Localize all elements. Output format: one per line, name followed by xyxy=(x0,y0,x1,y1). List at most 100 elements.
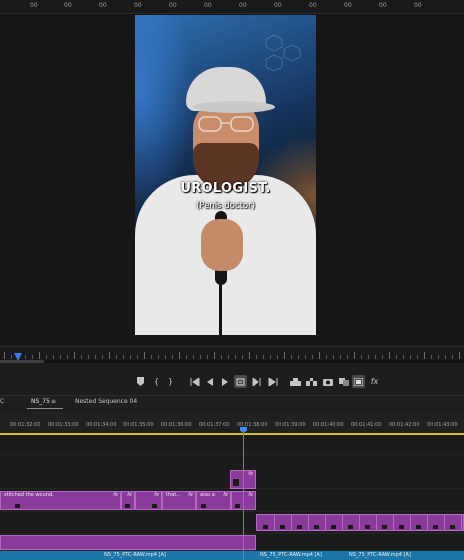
ruler-label: 00 xyxy=(169,2,177,9)
export-frame-icon[interactable] xyxy=(321,375,334,388)
scrub-tick xyxy=(382,355,383,359)
track-v5[interactable] xyxy=(0,435,464,455)
scrub-tick xyxy=(438,355,439,359)
timeline-time-ruler[interactable]: 00:01:32:00 00:01:33:00 00:01:34:00 00:0… xyxy=(0,411,464,435)
scrub-tick xyxy=(354,352,355,359)
audio-track-a1[interactable]: NS_75_PTC-RAW.mp4 [A] NS_75_PTC-RAW.mp4 … xyxy=(0,551,464,560)
fx-badge: fx xyxy=(223,492,228,498)
lift-icon[interactable] xyxy=(289,375,302,388)
scrub-tick xyxy=(389,352,390,359)
scrub-tick xyxy=(375,355,376,359)
scrub-tick xyxy=(172,355,173,359)
scrub-tick xyxy=(284,352,285,359)
scrub-tick xyxy=(410,355,411,359)
track-v4[interactable]: fx xyxy=(0,455,464,489)
timecode-label: 00:01:34:00 xyxy=(86,422,117,428)
timecode-label: 00:01:43:00 xyxy=(427,422,458,428)
scrub-tick xyxy=(221,355,222,359)
timecode-label: 00:01:33:00 xyxy=(48,422,79,428)
mic-cable xyxy=(219,283,222,335)
track-v2[interactable] xyxy=(0,512,464,534)
clip-divider xyxy=(342,515,343,530)
mark-out-icon[interactable]: } xyxy=(164,375,177,388)
scrub-tick xyxy=(291,355,292,359)
scrub-tick xyxy=(67,355,68,359)
multicam-icon[interactable] xyxy=(352,375,365,388)
video-frame[interactable]: UROLOGIST. (Penis doctor) xyxy=(135,15,316,335)
scrub-tick xyxy=(193,355,194,359)
video-clip[interactable] xyxy=(0,535,256,550)
scrub-tick xyxy=(109,352,110,359)
caption-clip[interactable]: that... fx xyxy=(162,491,196,510)
caption-clip[interactable]: fx xyxy=(121,491,135,510)
scrub-tick xyxy=(361,355,362,359)
timeline-playhead-line[interactable] xyxy=(243,432,244,560)
scrub-tick xyxy=(39,352,40,359)
ruler-label: 00 xyxy=(239,2,247,9)
fx-badge: fx xyxy=(113,492,118,498)
scrub-tick xyxy=(4,352,5,359)
zoom-scroll-handle[interactable] xyxy=(0,360,44,363)
loop-icon[interactable] xyxy=(234,375,247,388)
caption-main[interactable]: UROLOGIST. xyxy=(135,181,316,196)
clip-marker xyxy=(416,525,421,529)
comparison-icon[interactable] xyxy=(337,375,350,388)
marker-icon[interactable] xyxy=(134,375,147,388)
scrub-tick xyxy=(340,355,341,359)
scrub-tick xyxy=(235,355,236,359)
audio-clip-label: NS_75_PTC-RAW.mp4 [A] xyxy=(349,552,411,558)
scrub-tick xyxy=(95,355,96,359)
tab-nested-sequence-04[interactable]: Nested Sequence 04 xyxy=(75,398,137,405)
clip-divider xyxy=(325,515,326,530)
scrub-tick xyxy=(186,355,187,359)
program-monitor: 00 00 00 00 00 00 00 00 00 00 00 00 UROL… xyxy=(0,0,464,345)
step-forward-icon[interactable] xyxy=(250,375,263,388)
scrub-tick xyxy=(256,355,257,359)
caption-sub[interactable]: (Penis doctor) xyxy=(135,201,316,211)
tab-menu-icon[interactable]: ≡ xyxy=(51,398,56,405)
track-v3[interactable]: stitched the wound. fx fx fx that... fx … xyxy=(0,489,464,512)
caption-clip[interactable]: fx xyxy=(135,491,162,510)
monitor-top-ruler[interactable]: 00 00 00 00 00 00 00 00 00 00 00 00 xyxy=(0,0,464,14)
extract-icon[interactable] xyxy=(305,375,318,388)
step-back-icon[interactable] xyxy=(203,375,216,388)
fx-badge: fx xyxy=(188,492,193,498)
fx-icon[interactable]: fx xyxy=(368,375,381,388)
clip-marker xyxy=(125,504,130,508)
caption-clip[interactable]: also a fx xyxy=(196,491,231,510)
tab-previous[interactable]: C xyxy=(0,398,4,405)
scrub-tick xyxy=(144,352,145,359)
scrub-tick xyxy=(165,355,166,359)
scrub-tick xyxy=(459,352,460,359)
scrub-tick xyxy=(88,355,89,359)
scrub-tick xyxy=(319,352,320,359)
monitor-scrub-ruler[interactable] xyxy=(0,346,464,360)
clip-marker xyxy=(235,504,240,508)
transport-controls: { } fx xyxy=(0,372,464,392)
cap-brim xyxy=(193,101,275,113)
clip-marker xyxy=(365,525,370,529)
fx-badge: fx xyxy=(248,471,253,477)
play-icon[interactable] xyxy=(218,375,231,388)
go-to-in-icon[interactable] xyxy=(188,375,201,388)
clip-divider xyxy=(427,515,428,530)
track-v1[interactable] xyxy=(0,534,464,551)
go-to-out-icon[interactable] xyxy=(266,375,279,388)
scrub-tick xyxy=(333,355,334,359)
zoom-scroll-bar[interactable] xyxy=(0,360,464,363)
timeline-tabs: C NS_75 ≡ Nested Sequence 04 xyxy=(0,395,464,409)
caption-clip-row[interactable] xyxy=(256,514,464,531)
clip-divider xyxy=(274,515,275,530)
clip-marker xyxy=(280,525,285,529)
ruler-label: 00 xyxy=(64,2,72,9)
clip-marker xyxy=(233,479,239,486)
caption-clip[interactable]: stitched the wound. fx xyxy=(0,491,121,510)
scrub-tick xyxy=(200,355,201,359)
tab-ns-75[interactable]: NS_75 xyxy=(31,398,50,405)
scrub-tick xyxy=(452,355,453,359)
scrub-tick xyxy=(431,355,432,359)
clip-label: that... xyxy=(166,492,181,498)
mark-in-icon[interactable]: { xyxy=(150,375,163,388)
ruler-label: 00 xyxy=(134,2,142,9)
ruler-label: 00 xyxy=(99,2,107,9)
